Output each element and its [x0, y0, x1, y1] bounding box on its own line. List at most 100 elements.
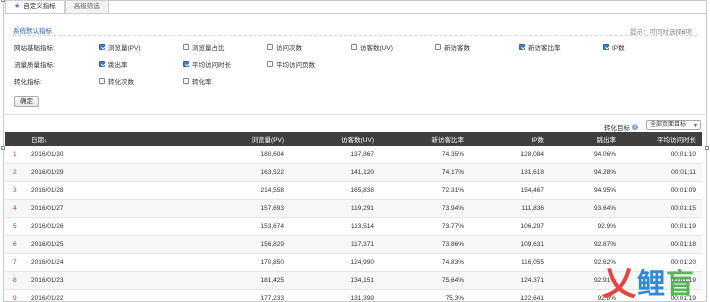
table-row[interactable]: 5 2016/01/26 153,674 113,514 73.77% 106,297 92… [5, 217, 702, 236]
checkbox-checked[interactable] [183, 61, 189, 67]
checkbox-avg-duration[interactable]: 平均访问时长 [183, 59, 231, 69]
cell-ip: 124,371 [470, 271, 550, 290]
checkbox-pv-share[interactable]: 浏览量占比 [183, 42, 225, 52]
checkbox-label: IP数 [612, 45, 625, 52]
checkbox-conversion-rate[interactable]: 转化率 [183, 76, 212, 86]
conversion-target-label: 转化目标 ? [604, 122, 638, 132]
checkbox-checked[interactable] [603, 44, 609, 50]
checkbox-label: 跳出率 [108, 62, 128, 69]
checkbox-avg-pages[interactable]: 平均访问页数 [267, 59, 315, 69]
cell-uv: 131,399 [290, 289, 380, 302]
cell-bounce-rate: 93.64% [550, 199, 622, 219]
tab-label: 高级筛选 [73, 3, 100, 10]
row-index: 2 [5, 163, 25, 183]
checkbox-label: 转化次数 [108, 79, 134, 86]
table-row[interactable]: 8 2016/01/23 181,425 134,151 75.64% 124,371 92… [5, 271, 702, 290]
row-label: 转化指标: [14, 79, 42, 86]
tab-custom-metrics[interactable]: ★ 自定义指标 [5, 0, 65, 13]
checkbox-unchecked[interactable] [351, 44, 357, 50]
cell-date: 2016/01/24 [25, 253, 115, 272]
conversion-target-select[interactable]: 全部页面目标 ▼ [646, 120, 701, 130]
cell-ip: 122,641 [470, 289, 550, 302]
checkbox-label: 新访客数 [444, 45, 470, 52]
cell-pv: 153,674 [115, 217, 290, 236]
checkbox-label: 访客数(UV) [360, 45, 393, 52]
cell-uv: 113,514 [290, 217, 380, 236]
cell-bounce-rate: 94.06% [550, 146, 622, 165]
row-index: 8 [5, 271, 25, 290]
checkbox-unchecked[interactable] [99, 78, 105, 84]
cell-date: 2016/01/27 [25, 199, 115, 219]
table-row[interactable]: 4 2016/01/27 157,693 119,291 73.94% 111,836 93… [5, 199, 702, 219]
table-row[interactable]: 3 2016/01/28 214,558 165,838 72.31% 154,467 94… [5, 181, 702, 201]
checkbox-unchecked[interactable] [267, 44, 273, 50]
table-row[interactable]: 9 2016/01/22 177,233 131,399 75.3% 122,641 92.… [5, 289, 702, 302]
conversion-label-text: 转化目标 [604, 125, 630, 132]
cell-uv: 124,990 [290, 253, 380, 272]
column-header-avg-duration[interactable]: 平均访问时长 [622, 132, 702, 146]
checkbox-unchecked[interactable] [267, 61, 273, 67]
chevron-down-icon: ▼ [693, 123, 698, 129]
column-header-date[interactable]: 日期↓ [25, 132, 115, 146]
table-body: 1 2016/01/30 180,604 137,867 74.35% 128,084 94… [5, 146, 702, 302]
section-title: 系统默认指标 [13, 28, 52, 35]
checkbox-conversions[interactable]: 转化次数 [99, 76, 134, 86]
checkbox-checked[interactable] [99, 44, 105, 50]
table-row[interactable]: 1 2016/01/30 180,604 137,867 74.35% 128,084 94… [5, 146, 702, 165]
checkbox-uv[interactable]: 访客数(UV) [351, 42, 393, 52]
star-icon: ★ [14, 3, 21, 10]
checkbox-checked[interactable] [519, 44, 525, 50]
row-index: 7 [5, 253, 25, 272]
row-label: 网站基础指标: [14, 45, 55, 52]
column-header-index [5, 132, 25, 146]
resize-handle-right-mid[interactable] [705, 146, 709, 150]
checkbox-label: 浏览量占比 [192, 45, 225, 52]
cell-pv: 177,233 [115, 289, 290, 302]
cell-uv: 134,151 [290, 271, 380, 290]
tab-label: 自定义指标 [23, 3, 56, 10]
cell-ip: 109,631 [470, 235, 550, 254]
section-divider [13, 35, 698, 36]
cell-new-visitor-rate: 73.77% [380, 217, 470, 236]
cell-pv: 214,558 [115, 181, 290, 201]
row-index: 3 [5, 181, 25, 201]
table-row[interactable]: 6 2016/01/25 156,829 117,371 73.86% 109,631 92… [5, 235, 702, 254]
cell-new-visitor-rate: 75.3% [380, 289, 470, 302]
column-header-new-visitor-rate[interactable]: 新访客比率 [380, 132, 470, 146]
row-index: 6 [5, 235, 25, 254]
tab-advanced-filter[interactable]: 高级筛选 [64, 0, 109, 13]
checkbox-visits[interactable]: 访问次数 [267, 42, 302, 52]
checkbox-pv[interactable]: 浏览量(PV) [99, 42, 141, 52]
checkbox-unchecked[interactable] [183, 44, 189, 50]
cell-new-visitor-rate: 73.86% [380, 235, 470, 254]
cell-new-visitor-rate: 74.83% [380, 253, 470, 272]
column-header-ip[interactable]: IP数 [470, 132, 550, 146]
checkbox-ip[interactable]: IP数 [603, 42, 625, 52]
checkbox-checked[interactable] [99, 61, 105, 67]
table-row[interactable]: 2 2016/01/29 163,522 141,120 74.17% 131,618 94… [5, 163, 702, 183]
table-row[interactable]: 7 2016/01/24 170,850 124,990 74.83% 116,055 92… [5, 253, 702, 272]
checkbox-new-visitors[interactable]: 新访客数 [435, 42, 470, 52]
checkbox-unchecked[interactable] [435, 44, 441, 50]
cell-new-visitor-rate: 74.17% [380, 163, 470, 183]
help-icon[interactable]: ? [632, 124, 638, 130]
row-label: 流量质量指标: [14, 62, 55, 69]
cell-pv: 157,693 [115, 199, 290, 219]
column-header-bounce-rate[interactable]: 跳出率 [550, 132, 622, 146]
cell-date: 2016/01/26 [25, 217, 115, 236]
cell-avg-duration: 00:01:18 [622, 235, 702, 254]
cell-uv: 165,838 [290, 181, 380, 201]
cell-bounce-rate: 92.9% [550, 217, 622, 236]
checkbox-new-visitor-rate[interactable]: 新访客比率 [519, 42, 561, 52]
cell-date: 2016/01/23 [25, 271, 115, 290]
cell-date: 2016/01/30 [25, 146, 115, 165]
cell-avg-duration: 00:01:11 [622, 163, 702, 183]
cell-bounce-rate: 92.87% [550, 235, 622, 254]
checkbox-bounce-rate[interactable]: 跳出率 [99, 59, 128, 69]
cell-pv: 163,522 [115, 163, 290, 183]
cell-new-visitor-rate: 74.35% [380, 146, 470, 165]
column-header-pv[interactable]: 浏览量(PV) [115, 132, 290, 146]
column-header-uv[interactable]: 访客数(UV) [290, 132, 380, 146]
checkbox-unchecked[interactable] [183, 78, 189, 84]
confirm-button[interactable]: 确定 [14, 96, 39, 107]
